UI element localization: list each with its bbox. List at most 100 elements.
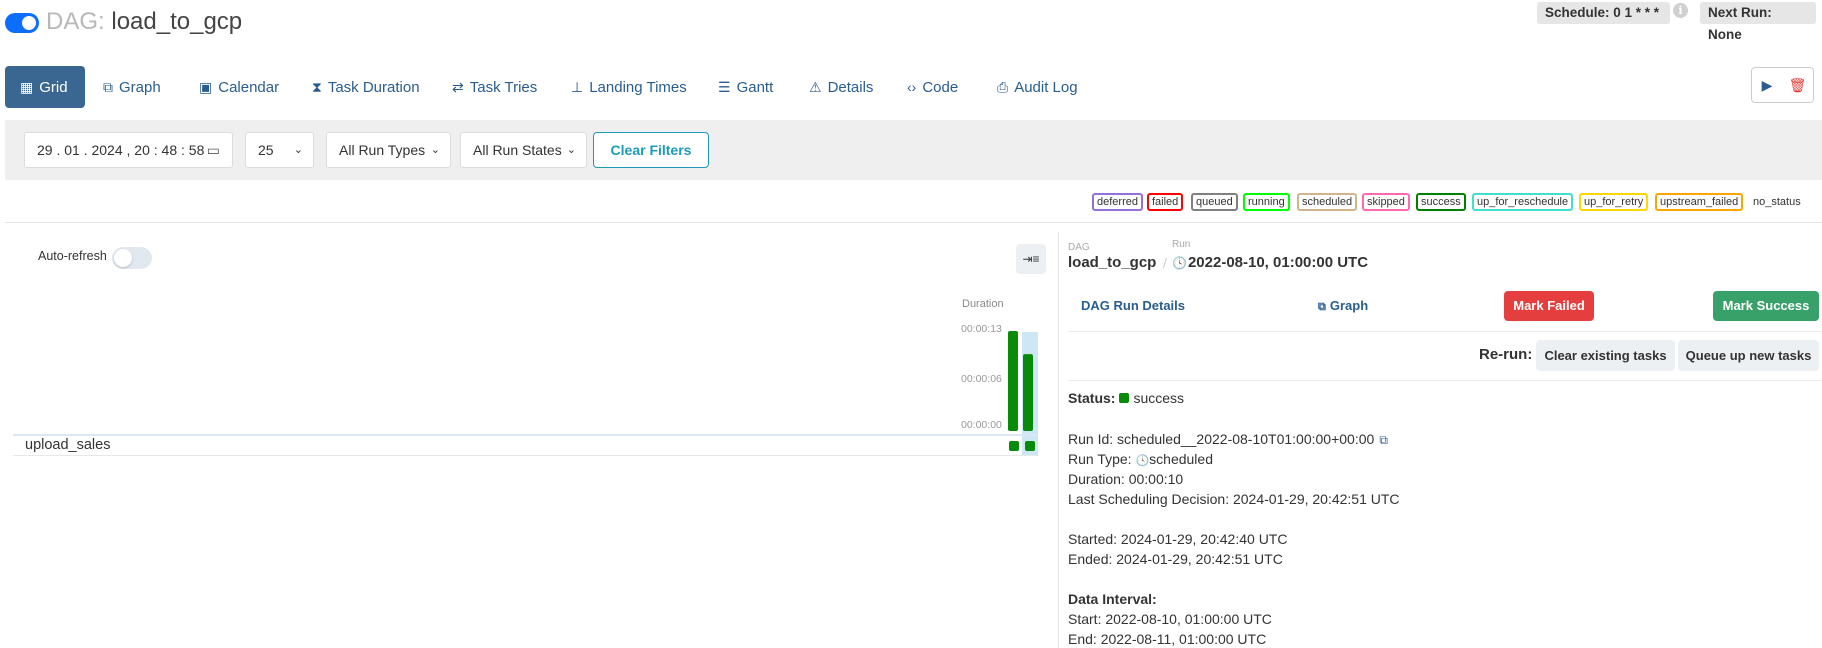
legend-queued[interactable]: queued — [1191, 193, 1238, 211]
tab-label: Graph — [119, 79, 161, 96]
landing-icon: ⊥ — [571, 79, 584, 95]
tab-landing-times[interactable]: ⊥ Landing Times — [571, 66, 687, 108]
last-scheduling-line: Last Scheduling Decision: 2024-01-29, 20… — [1068, 491, 1400, 507]
rerun-label: Re-run: — [1479, 346, 1533, 363]
tab-label: Details — [827, 79, 874, 96]
legend-deferred[interactable]: deferred — [1092, 193, 1143, 211]
run-type-line: Run Type: 🕓scheduled — [1068, 451, 1213, 467]
breadcrumb-run[interactable]: 🕓2022-08-10, 01:00:00 UTC — [1172, 254, 1368, 271]
hourglass-icon: ⧗ — [312, 79, 322, 95]
schedule-badge: Schedule: 0 1 * * * — [1537, 2, 1670, 24]
tab-code[interactable]: ‹› Code — [907, 66, 958, 108]
breadcrumb-run-value: 2022-08-10, 01:00:00 UTC — [1187, 254, 1369, 271]
dag-pause-toggle[interactable] — [5, 13, 39, 33]
task-instance-cell[interactable] — [1009, 441, 1019, 451]
tab-task-tries[interactable]: ⇄ Task Tries — [452, 66, 537, 108]
data-interval-end: End: 2022-08-11, 01:00:00 UTC — [1068, 631, 1267, 647]
num-runs-value: 25 — [258, 142, 274, 158]
mark-success-button[interactable]: Mark Success — [1713, 291, 1819, 321]
tab-label: Calendar — [218, 79, 280, 96]
tab-audit-log[interactable]: ⎙ Audit Log — [997, 66, 1078, 108]
info-icon[interactable]: i — [1673, 3, 1688, 18]
divider — [1068, 380, 1822, 381]
divider — [5, 222, 1822, 223]
collapse-details-button[interactable]: ⇥≡ — [1016, 244, 1046, 274]
task-name[interactable]: upload_sales — [25, 437, 110, 453]
task-row[interactable] — [13, 436, 1036, 456]
run-duration-bar[interactable] — [1008, 331, 1018, 431]
divider — [1068, 331, 1822, 332]
tab-gantt[interactable]: ☰ Gantt — [718, 66, 773, 108]
grid-icon: ▦ — [20, 79, 34, 95]
graph-icon: ⧉ — [1318, 301, 1326, 313]
tab-label: Landing Times — [589, 79, 687, 96]
legend-success[interactable]: success — [1416, 193, 1466, 211]
tab-label: Audit Log — [1014, 79, 1078, 96]
legend-scheduled[interactable]: scheduled — [1297, 193, 1358, 211]
run-duration-bar[interactable] — [1023, 354, 1033, 431]
dag-run-details-link[interactable]: DAG Run Details — [1081, 298, 1185, 313]
graph-icon: ⧉ — [103, 79, 113, 95]
collapse-panel-icon: ⇥≡ — [1022, 252, 1040, 266]
file-search-icon: ⎙ — [997, 79, 1009, 95]
graph-link[interactable]: ⧉ Graph — [1318, 298, 1368, 314]
trigger-dag-button[interactable]: ▶ — [1751, 67, 1783, 103]
queue-up-new-tasks-button[interactable]: Queue up new tasks — [1678, 340, 1819, 371]
task-instance-cell[interactable] — [1025, 441, 1035, 451]
duration-tick-max: 00:00:13 — [961, 323, 1002, 335]
panel-divider — [1058, 232, 1059, 648]
breadcrumb-separator: / — [1163, 255, 1167, 271]
ended-line: Ended: 2024-01-29, 20:42:51 UTC — [1068, 551, 1283, 567]
run-type-label: Run Type: — [1068, 451, 1132, 467]
legend-skipped[interactable]: skipped — [1362, 193, 1410, 211]
page-title: DAG: load_to_gcp — [46, 8, 242, 36]
graph-link-label: Graph — [1329, 298, 1369, 313]
duration-tick-zero: 00:00:00 — [961, 419, 1002, 431]
tab-label: Code — [922, 79, 959, 96]
date-value: 29 . 01 . 2024 , 20 : 48 : 58 — [37, 142, 205, 158]
legend-up-for-reschedule[interactable]: up_for_reschedule — [1472, 193, 1574, 211]
tab-label: Grid — [39, 79, 68, 96]
tab-graph[interactable]: ⧉ Graph — [103, 66, 161, 108]
breadcrumb-dag-label: DAG — [1068, 242, 1090, 253]
legend-up-for-retry[interactable]: up_for_retry — [1579, 193, 1649, 211]
run-type-select[interactable]: All Run Types ⌄ — [326, 132, 451, 168]
tab-label: Task Tries — [469, 79, 538, 96]
status-label: Status: — [1068, 390, 1116, 406]
num-runs-select[interactable]: 25 ⌄ — [245, 132, 314, 168]
legend-running[interactable]: running — [1243, 193, 1290, 211]
mark-failed-button[interactable]: Mark Failed — [1504, 291, 1594, 321]
data-interval-label: Data Interval: — [1068, 591, 1157, 607]
legend-no-status[interactable]: no_status — [1748, 193, 1806, 211]
legend-failed[interactable]: failed — [1147, 193, 1184, 211]
tab-details[interactable]: ⚠ Details — [809, 66, 873, 108]
retry-icon: ⇄ — [452, 79, 464, 95]
run-id-line: Run Id: scheduled__2022-08-10T01:00:00+0… — [1068, 431, 1388, 448]
clear-filters-button[interactable]: Clear Filters — [593, 132, 709, 168]
tab-task-duration[interactable]: ⧗ Task Duration — [312, 66, 420, 108]
dag-label: DAG: — [46, 8, 105, 35]
breadcrumb-run-label: Run — [1172, 239, 1191, 250]
duration-line: Duration: 00:00:10 — [1068, 471, 1184, 487]
legend-upstream-failed[interactable]: upstream_failed — [1655, 193, 1744, 211]
gantt-icon: ☰ — [718, 79, 731, 95]
status-indicator — [1119, 393, 1130, 403]
run-id: Run Id: scheduled__2022-08-10T01:00:00+0… — [1068, 431, 1375, 447]
auto-refresh-toggle[interactable] — [112, 247, 152, 269]
breadcrumb-dag[interactable]: load_to_gcp — [1068, 254, 1156, 271]
clear-existing-tasks-button[interactable]: Clear existing tasks — [1536, 340, 1675, 371]
delete-dag-button[interactable]: 🗑 — [1782, 67, 1814, 103]
tab-calendar[interactable]: ▣ Calendar — [199, 66, 279, 108]
duration-tick-mid: 00:00:06 — [961, 373, 1002, 385]
toggle-knob — [114, 249, 132, 267]
chevron-down-icon: ⌄ — [430, 144, 440, 156]
filter-bar: 29 . 01 . 2024 , 20 : 48 : 58 ▭ 25 ⌄ All… — [5, 120, 1822, 180]
copy-icon[interactable]: ⧉ — [1379, 433, 1388, 448]
run-state-select[interactable]: All Run States ⌄ — [460, 132, 587, 168]
warning-triangle-icon: ⚠ — [809, 79, 822, 95]
base-date-input[interactable]: 29 . 01 . 2024 , 20 : 48 : 58 ▭ — [24, 132, 233, 168]
run-state-value: All Run States — [473, 142, 562, 158]
tab-grid[interactable]: ▦ Grid — [5, 66, 85, 108]
dag-name: load_to_gcp — [111, 8, 243, 35]
calendar-icon: ▭ — [206, 142, 220, 158]
